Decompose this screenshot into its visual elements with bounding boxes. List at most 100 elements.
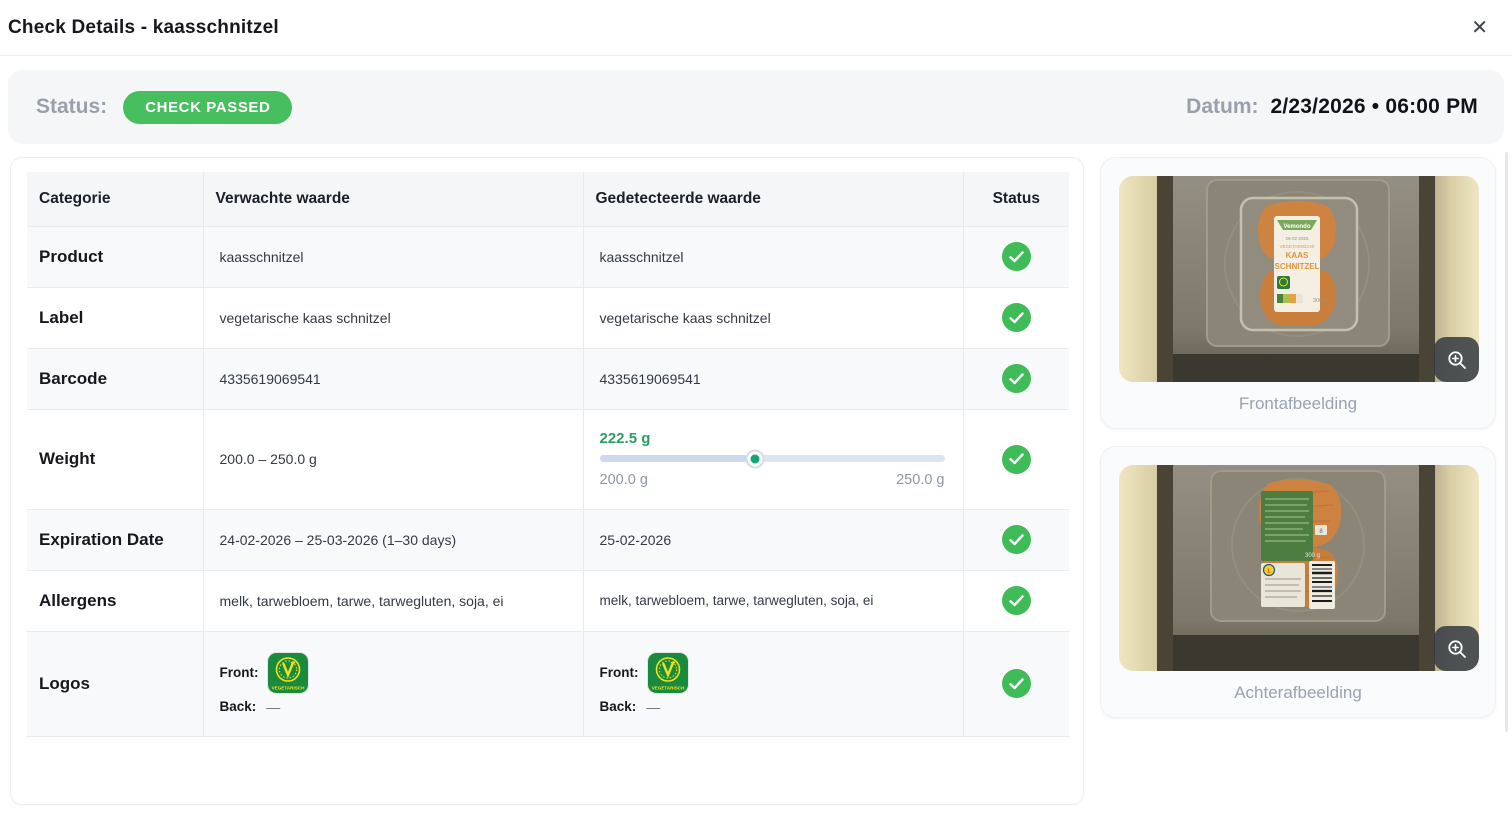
- weight-slider-handle[interactable]: [747, 451, 762, 466]
- svg-text:300 g: 300 g: [1313, 298, 1327, 304]
- table-row-weight: Weight 200.0 – 250.0 g 222.5 g 200.0: [27, 409, 1069, 509]
- magnifier-plus-icon: [1446, 349, 1468, 371]
- weight-slider: 222.5 g 200.0 g 250.0 g: [600, 430, 945, 488]
- vegetarisch-logo-icon: VEGETARISCH: [648, 653, 688, 693]
- status-bar: Status: CHECK PASSED Datum: 2/23/2026 • …: [8, 70, 1504, 144]
- row-category: Logos: [27, 631, 203, 736]
- col-header-detected: Gedetecteerde waarde: [583, 172, 963, 226]
- table-row-product: Product kaasschnitzel kaasschnitzel: [27, 226, 1069, 287]
- table-row-label: Label vegetarische kaas schnitzel vegeta…: [27, 287, 1069, 348]
- svg-text:KAAS: KAAS: [1286, 251, 1309, 260]
- weight-slider-value: 222.5 g: [600, 430, 945, 447]
- weight-slider-max: 250.0 g: [896, 472, 944, 488]
- detected-weight-cell: 222.5 g 200.0 g 250.0 g: [583, 409, 963, 509]
- detected-value: kaasschnitzel: [583, 226, 963, 287]
- back-image-card: 8 300 g L: [1100, 446, 1496, 718]
- detected-value: vegetarische kaas schnitzel: [583, 287, 963, 348]
- datum-label: Datum:: [1186, 95, 1258, 119]
- weight-slider-track: [600, 455, 945, 462]
- svg-text:L: L: [1267, 569, 1270, 575]
- svg-text:SCHNITZEL: SCHNITZEL: [1275, 262, 1320, 271]
- back-photo-illustration: 8 300 g L: [1119, 465, 1479, 671]
- check-passed-icon: [1002, 586, 1031, 615]
- detected-value: 4335619069541: [583, 348, 963, 409]
- status-cell: [963, 631, 1069, 736]
- detected-logos-cell: Front: VEGETARISCH: [583, 631, 963, 736]
- check-passed-icon: [1002, 242, 1031, 271]
- front-label: Front:: [600, 665, 639, 680]
- close-icon[interactable]: ✕: [1467, 14, 1492, 42]
- status-cell: [963, 287, 1069, 348]
- check-passed-icon: [1002, 303, 1031, 332]
- row-category: Expiration Date: [27, 509, 203, 570]
- datum-section: Datum: 2/23/2026 • 06:00 PM: [1186, 95, 1478, 119]
- col-header-expected: Verwachte waarde: [203, 172, 583, 226]
- expected-value: 200.0 – 250.0 g: [203, 409, 583, 509]
- front-zoom-button[interactable]: [1434, 337, 1479, 382]
- detected-value: melk, tarwebloem, tarwe, tarwegluten, so…: [583, 570, 963, 631]
- page-title: Check Details - kaasschnitzel: [8, 17, 279, 39]
- svg-text:VEGETARISCHE: VEGETARISCHE: [1280, 244, 1315, 249]
- status-cell: [963, 570, 1069, 631]
- check-passed-icon: [1002, 445, 1031, 474]
- status-section: Status: CHECK PASSED: [36, 91, 292, 124]
- col-header-categorie: Categorie: [27, 172, 203, 226]
- svg-text:Vemondo: Vemondo: [1283, 224, 1310, 230]
- back-label: Back:: [600, 699, 637, 714]
- back-zoom-button[interactable]: [1434, 626, 1479, 671]
- row-category: Weight: [27, 409, 203, 509]
- check-passed-icon: [1002, 364, 1031, 393]
- front-label: Front:: [220, 665, 259, 680]
- status-cell: [963, 348, 1069, 409]
- check-passed-icon: [1002, 525, 1031, 554]
- status-cell: [963, 509, 1069, 570]
- row-category: Barcode: [27, 348, 203, 409]
- front-image-card: Vemondo 26-02-2026 VEGETARISCHE KAAS SCH…: [1100, 157, 1496, 429]
- row-category: Product: [27, 226, 203, 287]
- weight-slider-min: 200.0 g: [600, 472, 648, 488]
- svg-text:300 g: 300 g: [1305, 553, 1320, 559]
- check-table-card: Categorie Verwachte waarde Gedetecteerde…: [10, 157, 1084, 805]
- row-category: Label: [27, 287, 203, 348]
- expected-value: melk, tarwebloem, tarwe, tarwegluten, so…: [203, 570, 583, 631]
- table-header-row: Categorie Verwachte waarde Gedetecteerde…: [27, 172, 1069, 226]
- topbar: Check Details - kaasschnitzel ✕: [0, 0, 1512, 56]
- expected-value: kaasschnitzel: [203, 226, 583, 287]
- back-logo-empty: —: [266, 699, 280, 715]
- row-category: Allergens: [27, 570, 203, 631]
- detected-value: 25-02-2026: [583, 509, 963, 570]
- scrollbar[interactable]: [1505, 152, 1508, 732]
- check-details-page: Check Details - kaasschnitzel ✕ Status: …: [0, 0, 1512, 817]
- status-badge: CHECK PASSED: [123, 91, 292, 124]
- image-panel: Vemondo 26-02-2026 VEGETARISCHE KAAS SCH…: [1100, 157, 1496, 718]
- front-image-caption: Frontafbeelding: [1119, 394, 1477, 414]
- vegetarisch-logo-icon: VEGETARISCH: [268, 653, 308, 693]
- table-row-allergens: Allergens melk, tarwebloem, tarwe, tarwe…: [27, 570, 1069, 631]
- front-product-photo[interactable]: Vemondo 26-02-2026 VEGETARISCHE KAAS SCH…: [1119, 176, 1479, 382]
- back-label: Back:: [220, 699, 257, 714]
- main-content: Categorie Verwachte waarde Gedetecteerde…: [10, 157, 1504, 805]
- svg-text:26-02-2026: 26-02-2026: [1285, 236, 1309, 241]
- datum-value: 2/23/2026 • 06:00 PM: [1271, 95, 1479, 119]
- back-image-caption: Achterafbeelding: [1119, 683, 1477, 703]
- table-row-expiration: Expiration Date 24-02-2026 – 25-03-2026 …: [27, 509, 1069, 570]
- status-cell: [963, 226, 1069, 287]
- weight-slider-fill: [600, 455, 755, 462]
- expected-logos-cell: Front: VEGETARISCH: [203, 631, 583, 736]
- back-product-photo[interactable]: 8 300 g L: [1119, 465, 1479, 671]
- expected-value: 4335619069541: [203, 348, 583, 409]
- col-header-status: Status: [963, 172, 1069, 226]
- magnifier-plus-icon: [1446, 638, 1468, 660]
- svg-text:VEGETARISCH: VEGETARISCH: [272, 685, 306, 690]
- status-label: Status:: [36, 95, 107, 119]
- table-row-logos: Logos Front: VEGETARISCH: [27, 631, 1069, 736]
- expected-value: 24-02-2026 – 25-03-2026 (1–30 days): [203, 509, 583, 570]
- status-cell: [963, 409, 1069, 509]
- check-passed-icon: [1002, 669, 1031, 698]
- svg-text:VEGETARISCH: VEGETARISCH: [652, 685, 686, 690]
- front-photo-illustration: Vemondo 26-02-2026 VEGETARISCHE KAAS SCH…: [1119, 176, 1479, 382]
- expected-value: vegetarische kaas schnitzel: [203, 287, 583, 348]
- back-logo-empty: —: [646, 699, 660, 715]
- check-table: Categorie Verwachte waarde Gedetecteerde…: [27, 172, 1069, 737]
- table-row-barcode: Barcode 4335619069541 4335619069541: [27, 348, 1069, 409]
